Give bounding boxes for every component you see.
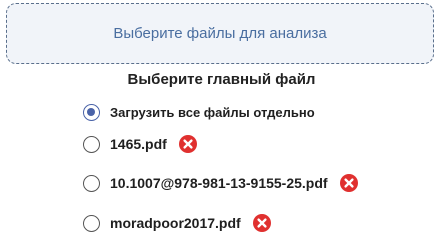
option-label: moradpoor2017.pdf <box>110 215 241 231</box>
close-circle-icon[interactable] <box>252 214 271 232</box>
option-file-1465[interactable]: 1465.pdf <box>83 133 197 155</box>
file-dropzone[interactable]: Выберите файлы для анализа <box>6 3 434 64</box>
radio-upload-all[interactable] <box>83 103 100 121</box>
radio-file-springer[interactable] <box>83 174 100 192</box>
option-label: 1465.pdf <box>110 136 167 152</box>
radio-file-1465[interactable] <box>83 135 100 153</box>
close-circle-icon[interactable] <box>339 174 358 192</box>
option-label: Загрузить все файлы отдельно <box>110 104 315 120</box>
dropzone-label: Выберите файлы для анализа <box>113 25 327 42</box>
option-upload-all[interactable]: Загрузить все файлы отдельно <box>83 101 315 123</box>
section-title: Выберите главный файл <box>127 71 316 88</box>
option-file-moradpoor[interactable]: moradpoor2017.pdf <box>83 212 271 234</box>
option-file-springer[interactable]: 10.1007@978-981-13-9155-25.pdf <box>83 172 358 194</box>
option-label: 10.1007@978-981-13-9155-25.pdf <box>110 175 328 191</box>
close-circle-icon[interactable] <box>178 135 197 153</box>
radio-file-moradpoor[interactable] <box>83 214 100 232</box>
